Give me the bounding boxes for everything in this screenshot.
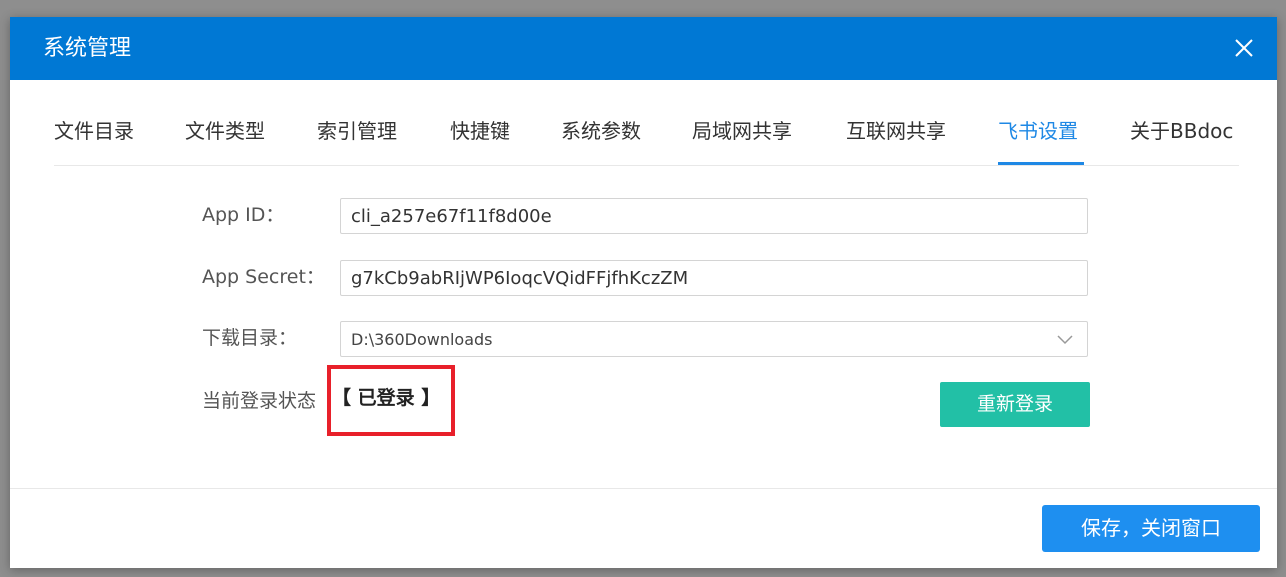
- app-secret-input[interactable]: [340, 260, 1088, 296]
- login-status-label: 当前登录状态: [202, 390, 317, 412]
- dialog-titlebar: 系统管理: [10, 17, 1277, 80]
- app-id-input[interactable]: [340, 198, 1088, 234]
- system-settings-dialog: 系统管理 文件目录 文件类型 索引管理 快捷键 系统参数 局域网共享 互联网共享…: [10, 17, 1277, 568]
- tab-file-directory[interactable]: 文件目录: [54, 116, 134, 146]
- dialog-title: 系统管理: [43, 36, 132, 61]
- footer-divider: [10, 488, 1277, 489]
- download-dir-select[interactable]: D:\360Downloads: [340, 321, 1088, 357]
- save-and-close-button[interactable]: 保存，关闭窗口: [1042, 505, 1260, 552]
- close-button[interactable]: [1227, 31, 1261, 65]
- close-icon: [1235, 39, 1253, 57]
- app-id-label: App ID：: [202, 204, 285, 226]
- relogin-button[interactable]: 重新登录: [940, 382, 1090, 427]
- tab-file-type[interactable]: 文件类型: [185, 116, 265, 146]
- download-dir-label: 下载目录：: [202, 327, 298, 349]
- tab-lan-sharing[interactable]: 局域网共享: [692, 116, 792, 146]
- tab-feishu-settings[interactable]: 飞书设置: [998, 116, 1078, 146]
- tab-bar: 文件目录 文件类型 索引管理 快捷键 系统参数 局域网共享 互联网共享 飞书设置…: [54, 80, 1239, 166]
- tab-shortcuts[interactable]: 快捷键: [450, 116, 510, 146]
- tab-index-management[interactable]: 索引管理: [317, 116, 397, 146]
- tab-about-bbdoc[interactable]: 关于BBdoc: [1130, 116, 1233, 146]
- active-tab-indicator: [998, 162, 1084, 165]
- app-secret-label: App Secret：: [202, 266, 325, 288]
- chevron-down-icon: [1057, 335, 1073, 345]
- highlight-annotation-box: [327, 365, 455, 436]
- tab-system-parameters[interactable]: 系统参数: [561, 116, 641, 146]
- download-dir-value: D:\360Downloads: [351, 330, 493, 349]
- tab-internet-sharing[interactable]: 互联网共享: [846, 116, 946, 146]
